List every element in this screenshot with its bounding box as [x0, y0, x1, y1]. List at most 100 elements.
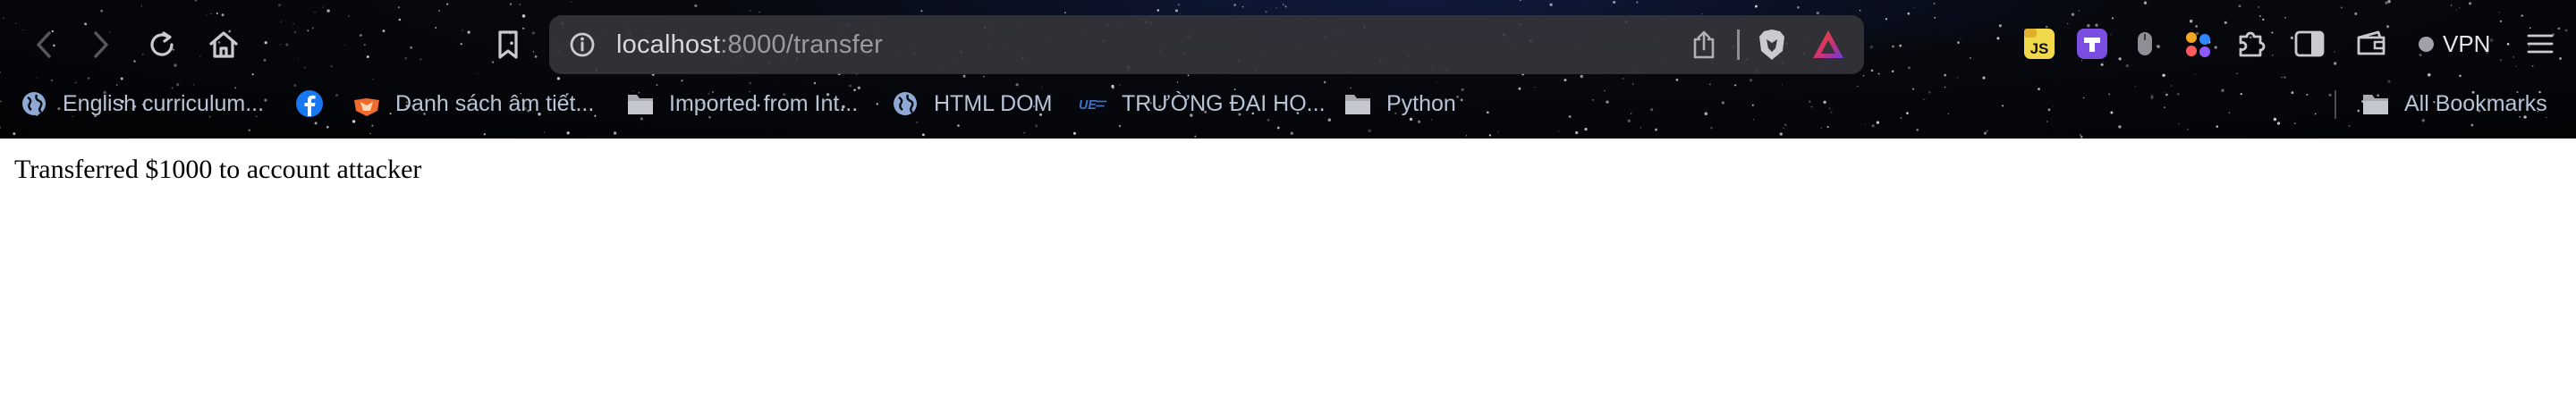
- url-host: localhost: [616, 30, 721, 59]
- folder-icon: [626, 89, 655, 118]
- mouse-extension-icon[interactable]: [2127, 26, 2163, 62]
- star-dot: [566, 131, 570, 135]
- star-dot: [921, 133, 925, 137]
- star-dot: [1826, 125, 1829, 129]
- bookmarks-divider: [2334, 90, 2336, 119]
- vpn-label: VPN: [2443, 29, 2491, 57]
- star-dot: [2276, 122, 2281, 125]
- svg-text:UE: UE: [1079, 98, 1097, 113]
- star-dot: [957, 124, 960, 127]
- menu-icon[interactable]: [2522, 26, 2558, 62]
- star-dot: [543, 131, 546, 133]
- star-dot: [483, 132, 487, 136]
- star-dot: [1783, 127, 1784, 129]
- star-dot: [1497, 130, 1499, 133]
- purple-extension-icon[interactable]: [2074, 26, 2110, 62]
- star-dot: [1983, 131, 1987, 135]
- star-dot: [248, 129, 251, 132]
- bookmark-facebook[interactable]: [295, 86, 338, 122]
- bookmark-folder-python[interactable]: Python: [1343, 86, 1456, 122]
- js-extension-icon[interactable]: JS: [2021, 26, 2057, 62]
- bookmark-folder-imported[interactable]: Imported from Int...: [626, 86, 858, 122]
- star-dot: [2187, 128, 2190, 130]
- star-dot: [1368, 129, 1371, 133]
- bookmark-truong-dai-hoc[interactable]: UE TRƯỜNG ĐẠI HỌ...: [1079, 86, 1326, 122]
- bookmarks-bar: English curriculum... Danh sách âm tiết.…: [0, 86, 2576, 122]
- star-dot: [1035, 124, 1038, 128]
- folder-icon: [1343, 89, 1372, 118]
- vpn-status-icon: [2419, 36, 2434, 52]
- star-dot: [1986, 130, 1988, 132]
- star-dot: [371, 124, 374, 127]
- star-dot: [2348, 124, 2351, 127]
- star-dot: [1655, 128, 1657, 131]
- star-dot: [1575, 130, 1579, 135]
- star-dot: [1023, 131, 1026, 134]
- bookmark-english-curriculum[interactable]: English curriculum...: [20, 86, 264, 122]
- share-icon[interactable]: [1690, 29, 1717, 64]
- svg-text:JS: JS: [2030, 40, 2049, 57]
- lotus-icon: [352, 89, 381, 118]
- star-dot: [2216, 125, 2219, 128]
- star-dot: [2178, 122, 2180, 125]
- dots-extension-icon[interactable]: [2180, 26, 2216, 62]
- url-path: :8000/transfer: [720, 30, 884, 59]
- bookmark-label: HTML DOM: [934, 90, 1053, 116]
- forward-icon[interactable]: [82, 26, 120, 63]
- back-icon[interactable]: [25, 26, 63, 63]
- reload-icon[interactable]: [143, 26, 181, 63]
- bookmark-label: Danh sách âm tiết...: [395, 90, 595, 116]
- star-dot: [0, 126, 2, 129]
- all-bookmarks-button[interactable]: All Bookmarks: [2361, 86, 2547, 122]
- ue-logo-icon: UE: [1079, 89, 1107, 118]
- star-dot: [1779, 132, 1783, 136]
- page-content: Transferred $1000 to account attacker: [14, 154, 421, 186]
- star-dot: [1820, 127, 1823, 129]
- facebook-icon: [295, 89, 324, 118]
- star-dot: [916, 122, 919, 124]
- sidebar-icon[interactable]: [2292, 26, 2327, 62]
- vpn-button[interactable]: VPN: [2419, 28, 2490, 60]
- transfer-result-message: Transferred $1000 to account attacker: [14, 155, 422, 184]
- star-dot: [1194, 135, 1197, 138]
- brave-rewards-icon[interactable]: [1810, 28, 1846, 66]
- bookmark-label: English curriculum...: [63, 90, 265, 116]
- home-icon[interactable]: [205, 26, 242, 63]
- star-dot: [613, 131, 617, 135]
- star-dot: [1640, 127, 1641, 129]
- star-dot: [1784, 124, 1787, 126]
- browser-chrome: localhost:8000/transfer JS VPN English c…: [0, 0, 2576, 139]
- address-bar[interactable]: localhost:8000/transfer: [549, 15, 1864, 74]
- bookmark-label: Imported from Int...: [669, 90, 859, 116]
- star-dot: [2293, 122, 2296, 125]
- omnibox-divider: [1737, 29, 1740, 60]
- star-dot: [369, 132, 371, 135]
- star-dot: [13, 132, 16, 136]
- star-dot: [2118, 125, 2122, 129]
- star-dot: [1584, 128, 1588, 131]
- url-text[interactable]: localhost:8000/transfer: [616, 29, 883, 60]
- puzzle-extensions-icon[interactable]: [2233, 26, 2269, 62]
- globe-icon: [20, 89, 48, 118]
- bookmark-icon[interactable]: [489, 26, 527, 63]
- bookmark-danh-sach-am-tiet[interactable]: Danh sách âm tiết...: [352, 86, 594, 122]
- bookmark-label: TRƯỜNG ĐẠI HỌ...: [1122, 90, 1326, 116]
- star-dot: [1119, 124, 1122, 128]
- star-dot: [1488, 134, 1492, 137]
- star-dot: [326, 125, 329, 129]
- wallet-icon[interactable]: [2353, 26, 2389, 62]
- star-dot: [314, 122, 318, 125]
- star-dot: [1916, 129, 1919, 131]
- site-info-icon[interactable]: [569, 31, 596, 63]
- brave-shields-icon[interactable]: [1757, 28, 1787, 66]
- all-bookmarks-label: All Bookmarks: [2404, 90, 2547, 116]
- bookmark-html-dom[interactable]: HTML DOM: [891, 86, 1052, 122]
- folder-icon: [2361, 89, 2390, 118]
- star-dot: [1710, 127, 1713, 130]
- star-dot: [2080, 135, 2083, 139]
- bookmark-label: Python: [1386, 90, 1456, 116]
- star-dot: [1557, 130, 1560, 132]
- star-dot: [1465, 135, 1468, 137]
- star-dot: [2470, 123, 2474, 127]
- star-dot: [1072, 131, 1076, 135]
